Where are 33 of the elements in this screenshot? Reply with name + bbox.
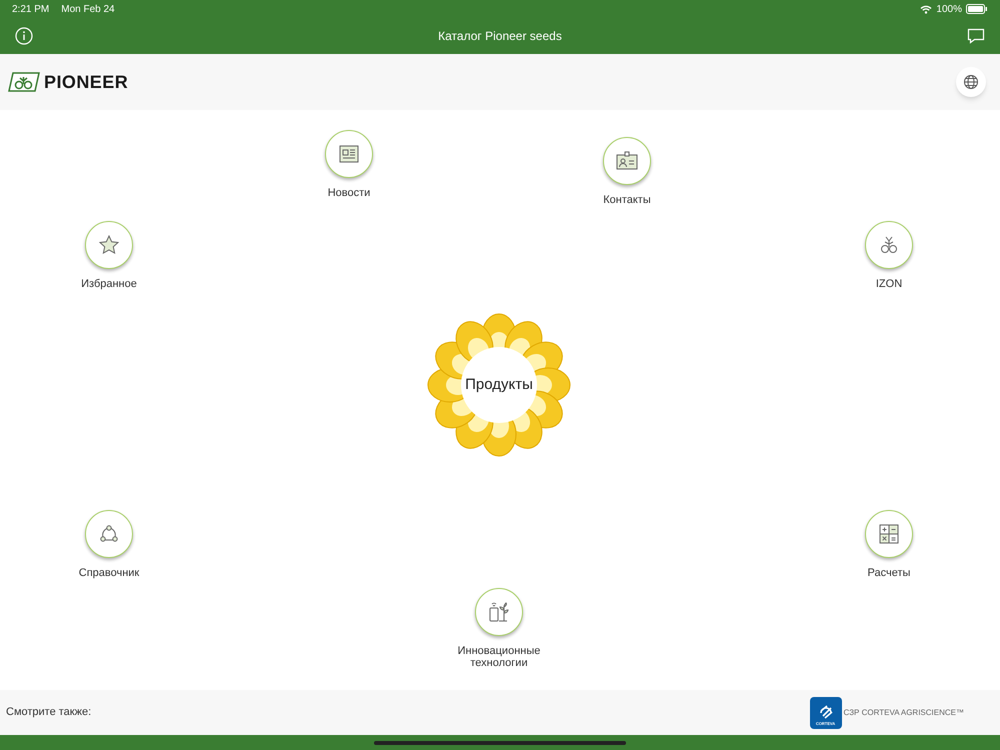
chat-icon[interactable] bbox=[967, 28, 985, 44]
menu-circle-button[interactable] bbox=[865, 221, 913, 269]
menu-circle-button[interactable] bbox=[603, 137, 651, 185]
products-button[interactable]: Продукты bbox=[424, 310, 574, 460]
menu-label[interactable]: Инновационные технологии bbox=[454, 645, 544, 669]
partner-link[interactable]: СЗР CORTEVA AGRISCIENCE™ bbox=[844, 706, 964, 718]
status-date: Mon Feb 24 bbox=[61, 2, 115, 16]
battery-icon bbox=[966, 4, 988, 14]
menu-label[interactable]: Новости bbox=[304, 187, 394, 199]
pioneer-logo-icon bbox=[8, 72, 40, 92]
language-button[interactable] bbox=[956, 67, 986, 97]
menu-circle-button[interactable] bbox=[475, 588, 523, 636]
menu-circle-button[interactable] bbox=[865, 510, 913, 558]
status-time: 2:21 PM bbox=[12, 2, 50, 16]
menu-label[interactable]: IZON bbox=[844, 278, 934, 290]
calculator-icon bbox=[877, 522, 901, 546]
globe-icon bbox=[963, 74, 979, 90]
menu-label[interactable]: Расчеты bbox=[844, 567, 934, 579]
star-icon bbox=[97, 233, 121, 257]
menu-circle-button[interactable] bbox=[85, 510, 133, 558]
menu-circle-button[interactable] bbox=[85, 221, 133, 269]
wifi-icon bbox=[920, 4, 932, 14]
menu-label[interactable]: Справочник bbox=[64, 567, 154, 579]
pioneer-logo-text: PIONEER bbox=[44, 70, 128, 94]
home-indicator[interactable] bbox=[374, 740, 626, 744]
see-also-label: Смотрите также: bbox=[6, 705, 92, 720]
phone-plant-icon bbox=[487, 600, 511, 624]
menu-circle-button[interactable] bbox=[325, 130, 373, 178]
nav-title: Каталог Pioneer seeds bbox=[437, 28, 563, 45]
menu-label[interactable]: Контакты bbox=[582, 194, 672, 206]
menu-label[interactable]: Избранное bbox=[64, 278, 154, 290]
info-icon[interactable] bbox=[15, 27, 33, 45]
battery-percent: 100% bbox=[936, 2, 962, 16]
